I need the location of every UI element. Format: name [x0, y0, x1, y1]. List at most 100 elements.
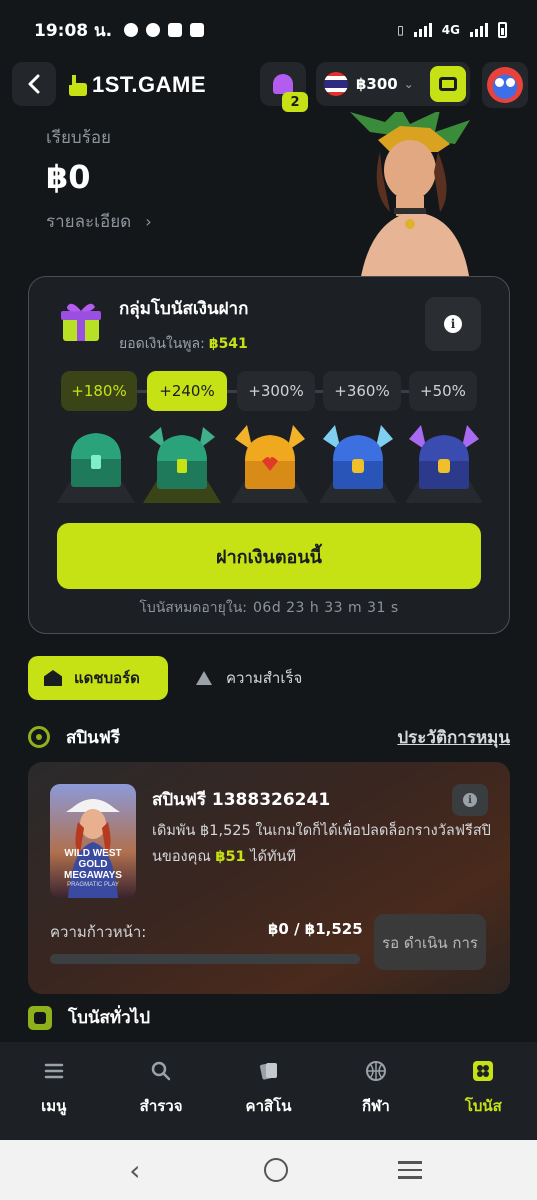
menu-icon [44, 1063, 63, 1079]
bonus-balance-amount: ฿0 [46, 158, 91, 196]
messenger-icon [124, 23, 139, 37]
system-home-button[interactable] [264, 1158, 289, 1182]
pool-balance: ยอดเงินในพูล: ฿541 [119, 333, 248, 355]
info-icon: i [463, 793, 477, 807]
balance-amount: ฿300 [356, 75, 398, 93]
gift-icon [61, 303, 101, 341]
balance-selector[interactable]: ฿300 ⌄ [316, 62, 470, 106]
wallet-button[interactable] [430, 66, 466, 102]
free-spin-description: เดิมพัน ฿1,525 ในเกมใดก็ได้เพื่อปลดล็อกร… [152, 818, 492, 870]
app-header: 1ST.GAME 2 ฿300 ⌄ [0, 60, 537, 112]
game-thumbnail-title: WILD WEST GOLD MEGAWAYS [64, 848, 122, 881]
bonus-clover-icon [473, 1061, 494, 1081]
chest-row [53, 419, 487, 503]
details-link[interactable]: รายละเอียด › [46, 208, 152, 235]
free-spins-header: สปินฟรี ประวัติการหมุน [28, 722, 510, 752]
notification-count-badge: 2 [282, 92, 308, 112]
tab-dashboard-label: แดชบอร์ด [74, 669, 140, 687]
tier-badge-current[interactable]: +240% [147, 371, 227, 411]
tier-badge[interactable]: +300% [237, 371, 315, 411]
back-button[interactable] [12, 62, 56, 106]
free-spin-desc-text: เดิมพัน ฿1,525 ในเกมใดก็ได้เพื่อปลดล็อกร… [152, 823, 491, 865]
clover-icon [28, 1005, 52, 1030]
tab-achievements-label: ความสำเร็จ [226, 669, 303, 687]
nav-sports-label: กีฬา [362, 1097, 390, 1115]
chest-icon-sapphire [319, 425, 397, 503]
wallet-icon [439, 77, 457, 91]
spin-history-link[interactable]: ประวัติการหมุน [397, 724, 510, 751]
chevron-right-icon: › [145, 212, 152, 231]
pool-title: กลุ่มโบนัสเงินฝาก [119, 299, 249, 319]
free-spin-card: WILD WEST GOLD MEGAWAYS PRAGMATIC PLAY ส… [28, 762, 510, 994]
chest-icon-gold [231, 425, 309, 503]
chevron-down-icon: ⌄ [403, 77, 414, 91]
general-bonus-header: โบนัสทั่วไป [28, 1004, 150, 1031]
nav-casino-label: คาสิโน [245, 1097, 292, 1115]
game-thumbnail[interactable]: WILD WEST GOLD MEGAWAYS PRAGMATIC PLAY [50, 784, 136, 898]
pool-info-button[interactable]: i [425, 297, 481, 351]
bonus-balance-hero: เรียบร้อย ฿0 รายละเอียด › [0, 112, 537, 282]
chest-icon-winged-green [143, 427, 221, 503]
profile-avatar[interactable] [482, 62, 528, 108]
info-icon: i [444, 315, 462, 333]
nav-bonus-label: โบนัส [464, 1097, 502, 1115]
chest-icon-emerald [57, 433, 135, 503]
avatar-image [487, 67, 523, 103]
nav-menu-label: เมนู [41, 1097, 67, 1115]
expiry-countdown: 06d 23 h 33 m 31 s [253, 600, 399, 616]
mountain-icon [196, 671, 212, 685]
progress-value: ฿0 / ฿1,525 [268, 920, 363, 938]
tab-dashboard[interactable]: แดชบอร์ด [28, 656, 168, 700]
deposit-now-button[interactable]: ฝากเงินตอนนี้ [57, 523, 481, 589]
nav-menu[interactable]: เมนู [0, 1042, 107, 1140]
balance-label: เรียบร้อย [46, 128, 111, 148]
facebook-icon [168, 23, 183, 37]
status-bar: 19:08 น. ▯ 4G [0, 0, 537, 60]
spin-wheel-icon [28, 726, 50, 748]
logo-text: 1ST.GAME [92, 72, 207, 97]
vibrate-icon: ▯ [397, 23, 404, 37]
chevron-left-icon [28, 74, 40, 94]
tier-badge[interactable]: +50% [409, 371, 477, 411]
signal-icon [413, 23, 432, 37]
tab-achievements[interactable]: ความสำเร็จ [196, 656, 302, 700]
hand-logo-icon [69, 75, 87, 96]
system-back-button[interactable]: ‹ [115, 1154, 155, 1187]
status-indicators: ▯ 4G [397, 22, 507, 38]
facebook-icon [190, 23, 205, 37]
pool-balance-label: ยอดเงินในพูล: [119, 336, 205, 352]
bell-icon [273, 74, 293, 94]
progress-label: ความก้าวหน้า: [50, 923, 147, 941]
deposit-bonus-pool-card: กลุ่มโบนัสเงินฝาก ยอดเงินในพูล: ฿541 i +1… [28, 276, 510, 634]
free-spins-title: สปินฟรี [66, 727, 120, 748]
basketball-icon [365, 1061, 386, 1081]
chat-icon [146, 23, 161, 37]
chest-icon-amethyst [405, 425, 483, 503]
app-logo[interactable]: 1ST.GAME [66, 72, 206, 98]
cards-icon [259, 1063, 277, 1080]
nav-bonus[interactable]: โบนัส [430, 1042, 537, 1140]
nav-explore[interactable]: สำรวจ [107, 1042, 214, 1140]
thailand-flag-icon [324, 72, 348, 96]
game-provider: PRAGMATIC PLAY [67, 882, 119, 888]
battery-icon [498, 22, 507, 38]
pending-button[interactable]: รอ ดำเนิน การ [374, 914, 486, 970]
system-navigation-bar: ‹ [0, 1140, 537, 1200]
status-time: 19:08 น. [34, 20, 113, 41]
free-spin-reward: ฿51 [215, 849, 246, 865]
system-recents-button[interactable] [398, 1161, 423, 1179]
tier-badge[interactable]: +360% [323, 371, 401, 411]
tier-badge[interactable]: +180% [61, 371, 137, 411]
wager-progress-bar [50, 954, 360, 964]
nav-sports[interactable]: กีฬา [322, 1042, 429, 1140]
general-bonus-title: โบนัสทั่วไป [68, 1008, 151, 1028]
signal-icon [470, 23, 488, 37]
expiry-label: โบนัสหมดอายุใน: [139, 600, 247, 616]
details-link-label: รายละเอียด [46, 212, 132, 232]
pool-balance-value: ฿541 [208, 336, 248, 352]
nav-casino[interactable]: คาสิโน [215, 1042, 322, 1140]
free-spin-desc-suffix: ได้ทันที [245, 849, 297, 865]
home-icon [44, 670, 62, 686]
character-illustration [350, 112, 470, 282]
free-spin-info-button[interactable]: i [452, 784, 488, 816]
